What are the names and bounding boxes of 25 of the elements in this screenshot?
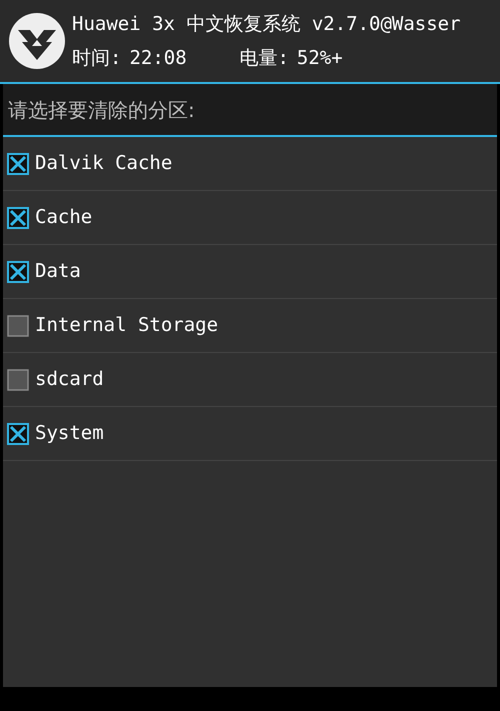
partition-row[interactable]: Data <box>3 245 497 299</box>
partition-label: Data <box>35 259 81 284</box>
checkbox[interactable] <box>7 368 29 390</box>
battery-value: 52%+ <box>296 46 343 71</box>
partition-label: sdcard <box>35 367 104 392</box>
partition-label: Cache <box>35 205 92 230</box>
time-value: 22:08 <box>129 46 188 71</box>
partition-label: Dalvik Cache <box>35 151 172 176</box>
checkbox[interactable] <box>7 206 29 228</box>
logo-icon <box>8 12 66 70</box>
time-label: 时间: <box>72 46 122 71</box>
header-title: Huawei 3x 中文恢复系统 v2.7.0@Wasser <box>72 12 461 37</box>
partition-row[interactable]: System <box>3 407 497 461</box>
checkbox[interactable] <box>7 260 29 282</box>
partition-label: Internal Storage <box>35 313 218 338</box>
partition-row[interactable]: Internal Storage <box>3 299 497 353</box>
battery-label: 电量: <box>239 46 289 71</box>
checkbox[interactable] <box>7 152 29 174</box>
partition-label: System <box>35 421 104 446</box>
partition-row[interactable]: Cache <box>3 191 497 245</box>
prompt-text: 请选择要清除的分区: <box>8 96 195 124</box>
checkbox[interactable] <box>7 422 29 444</box>
partition-row[interactable]: sdcard <box>3 353 497 407</box>
checkbox[interactable] <box>7 314 29 336</box>
partition-row[interactable]: Dalvik Cache <box>3 137 497 191</box>
